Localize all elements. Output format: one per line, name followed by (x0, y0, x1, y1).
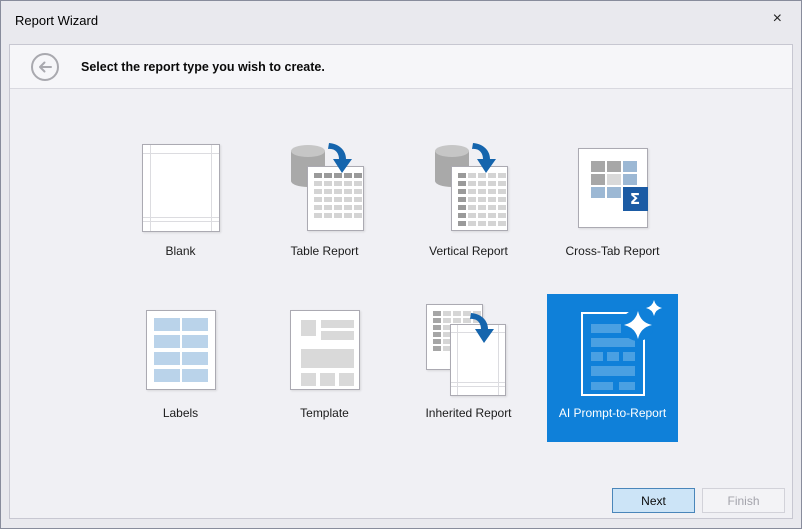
cross-tab-page: Σ (577, 148, 648, 228)
tile-cross-tab-report[interactable]: Σ Cross-Tab Report (547, 132, 678, 280)
tile-ai-prompt-to-report[interactable]: AI Prompt-to-Report (547, 294, 678, 442)
data-flow-arrow-icon (469, 313, 494, 343)
back-arrow-icon (31, 53, 59, 81)
close-icon[interactable]: × (773, 11, 782, 27)
cross-tab-report-icon: Σ (565, 140, 661, 238)
tile-label: Vertical Report (429, 244, 508, 258)
ai-sparkle-icon (621, 298, 664, 341)
tile-inherited-report[interactable]: Inherited Report (403, 294, 534, 442)
ai-prompt-to-report-icon (565, 298, 664, 400)
report-type-list: Blank Table Report Vertical Report Σ Cro… (115, 132, 678, 442)
vertical-report-icon (421, 140, 517, 238)
data-flow-arrow-icon (471, 143, 496, 173)
tile-label: AI Prompt-to-Report (558, 406, 667, 420)
template-page (289, 310, 360, 390)
tile-label: Cross-Tab Report (565, 244, 660, 258)
wizard-panel: Select the report type you wish to creat… (9, 44, 793, 519)
tile-template[interactable]: Template (259, 294, 390, 442)
next-button[interactable]: Next (612, 488, 695, 513)
blank-report-icon (133, 140, 229, 238)
window-title: Report Wizard (15, 13, 99, 28)
tile-labels[interactable]: Labels (115, 294, 246, 442)
tile-table-report[interactable]: Table Report (259, 132, 390, 280)
tile-label: Template (300, 406, 349, 420)
blank-page (141, 144, 220, 232)
wizard-header: Select the report type you wish to creat… (10, 45, 792, 89)
table-report-icon (277, 140, 373, 238)
labels-report-icon (133, 302, 229, 400)
tile-label: Labels (162, 406, 199, 420)
tile-label: Table Report (290, 244, 359, 258)
template-report-icon (277, 302, 373, 400)
back-button[interactable] (30, 52, 60, 82)
report-wizard-dialog: Report Wizard × Select the report type y… (0, 0, 802, 529)
tile-label: Inherited Report (425, 406, 512, 420)
labels-page (145, 310, 216, 390)
tile-label: Blank (165, 244, 196, 258)
finish-button[interactable]: Finish (702, 488, 785, 513)
inherited-report-icon (421, 302, 517, 400)
title-bar: Report Wizard × (1, 1, 801, 44)
sigma-icon: Σ (622, 187, 648, 211)
wizard-instruction: Select the report type you wish to creat… (81, 60, 325, 74)
tile-blank[interactable]: Blank (115, 132, 246, 280)
data-flow-arrow-icon (327, 143, 352, 173)
tile-vertical-report[interactable]: Vertical Report (403, 132, 534, 280)
